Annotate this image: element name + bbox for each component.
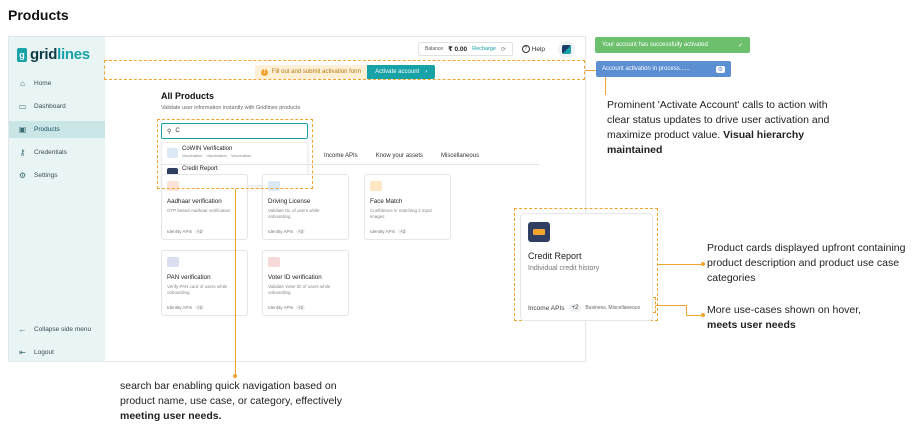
key-icon: ⚷	[19, 148, 26, 157]
page-title: Products	[8, 7, 69, 23]
help-label: Help	[531, 45, 545, 53]
collapse-label: Collapse side menu	[34, 326, 92, 333]
card-title: Credit Report	[528, 251, 582, 261]
sidebar-item-label: Settings	[34, 172, 58, 179]
category-tabs: Income APIs Know your assets Miscellaneo…	[324, 153, 479, 159]
help-button[interactable]: ? Help	[521, 45, 545, 53]
card-title: Voter ID verification	[268, 274, 322, 281]
card-more-tags: Business, Miscellaneous	[585, 305, 641, 311]
gear-icon: ⚙	[715, 65, 725, 73]
products-title: All Products	[161, 91, 215, 101]
card-desc: OTP based Aadhaar verification	[167, 208, 231, 213]
sidebar-item-label: Home	[34, 80, 52, 87]
dashboard-icon: ▭	[18, 102, 27, 111]
logo-icon: g	[17, 47, 27, 62]
tab-know-your-assets[interactable]: Know your assets	[376, 153, 423, 159]
products-section: All Products Validate user information i…	[161, 91, 581, 111]
annotation-hover: More use-cases shown on hover, meets user…	[707, 304, 862, 331]
tab-miscellaneous[interactable]: Miscellaneous	[441, 153, 479, 159]
collapse-menu-button[interactable]: ← Collapse side menu	[9, 321, 105, 338]
success-text: Your account has successfully activated	[602, 42, 708, 48]
card-title: Driving License	[268, 198, 311, 205]
balance-box: Balance ₹ 0.00 Recharge ⟳	[418, 42, 513, 56]
processing-toast: Account activation in process...... ⚙	[596, 61, 731, 77]
tab-income-apis[interactable]: Income APIs	[324, 153, 358, 159]
processing-text: Account activation in process......	[602, 66, 690, 72]
logout-label: Logout	[34, 349, 54, 356]
face-icon	[370, 181, 382, 191]
card-tags: Identity APIs +2	[167, 305, 205, 310]
pan-card-icon	[167, 257, 179, 267]
logo-text: gridlines	[30, 46, 90, 63]
connector-cards	[658, 264, 702, 265]
connector-hover-h2	[686, 315, 702, 316]
sidebar-item-home[interactable]: ⌂ Home	[9, 75, 105, 92]
logout-button[interactable]: ⇤ Logout	[9, 344, 105, 361]
annotation-cards: Product cards displayed upfront containi…	[707, 242, 906, 284]
card-tags: Identity APIs +2	[167, 229, 205, 234]
voter-id-icon	[268, 257, 280, 267]
gear-icon: ⚙	[18, 171, 27, 180]
balance-label: Balance	[425, 46, 444, 52]
card-title: Face Match	[370, 198, 403, 205]
highlight-banner	[104, 60, 585, 80]
card-desc: Confidence in matching 2 input images	[370, 208, 432, 219]
card-tags: Identity APIs +2	[370, 229, 408, 234]
sidebar: g gridlines ⌂ Home ▭ Dashboard ▣ Products ⚷…	[9, 37, 105, 361]
success-toast: Your account has successfully activated …	[595, 37, 750, 53]
recharge-link[interactable]: Recharge	[472, 46, 496, 52]
card-plus-badge[interactable]: +2	[568, 304, 582, 312]
product-card-face-match[interactable]: Face Match Confidence in matching 2 inpu…	[364, 174, 451, 240]
gridlines-logo[interactable]: g gridlines	[17, 46, 90, 63]
credit-report-card-expanded[interactable]: Credit Report Individual credit history …	[520, 213, 653, 321]
products-subtitle: Validate user information instantly with…	[161, 105, 301, 111]
connector-hover-dot	[701, 313, 705, 317]
connector-hover-v	[686, 305, 687, 315]
card-tags: Income APIs +2 Business, Miscellaneous	[528, 304, 640, 312]
sidebar-item-label: Products	[34, 126, 60, 133]
card-desc: Verify PAN card of users while onboardin…	[167, 284, 228, 295]
annotation-activate: Prominent 'Activate Account' calls to ac…	[607, 99, 830, 156]
card-title: Aadhaar verification	[167, 198, 222, 205]
annotation-search: search bar enabling quick navigation bas…	[120, 380, 342, 422]
card-desc: Validate Voter ID of users while onboard…	[268, 284, 331, 295]
connector-search-dot	[233, 374, 237, 378]
products-icon: ▣	[18, 125, 27, 134]
sidebar-bottom: ← Collapse side menu ⇤ Logout	[9, 321, 105, 361]
connector-cards-dot	[701, 262, 705, 266]
highlight-search	[157, 119, 313, 189]
sidebar-item-label: Credentials	[34, 149, 67, 156]
home-icon: ⌂	[20, 79, 25, 88]
sidebar-item-label: Dashboard	[34, 103, 66, 110]
logout-icon: ⇤	[19, 348, 26, 357]
card-title: PAN verification	[167, 274, 211, 281]
sidebar-item-credentials[interactable]: ⚷ Credentials	[9, 144, 105, 161]
topbar: Balance ₹ 0.00 Recharge ⟳ ? Help	[105, 37, 585, 59]
credit-card-icon	[528, 222, 550, 242]
sidebar-item-settings[interactable]: ⚙ Settings	[9, 167, 105, 184]
connector-hover	[656, 305, 686, 306]
help-icon: ?	[521, 45, 530, 53]
balance-value: ₹ 0.00	[448, 46, 468, 53]
card-desc: Validate DL of users while onboarding	[268, 208, 320, 219]
check-icon: ✓	[737, 42, 743, 49]
card-tags: Identity APIs +2	[268, 305, 306, 310]
sidebar-nav: ⌂ Home ▭ Dashboard ▣ Products ⚷ Credentials …	[9, 75, 105, 190]
product-card-voter-id[interactable]: Voter ID verification Validate Voter ID …	[262, 250, 349, 316]
avatar[interactable]	[558, 41, 575, 58]
sidebar-item-dashboard[interactable]: ▭ Dashboard	[9, 98, 105, 115]
card-tag: Income APIs	[528, 304, 565, 312]
card-tags: Identity APIs +3	[268, 229, 306, 234]
refresh-icon[interactable]: ⟳	[501, 46, 506, 53]
sidebar-item-products[interactable]: ▣ Products	[9, 121, 105, 138]
connector-search	[235, 189, 236, 375]
card-desc: Individual credit history	[528, 265, 600, 272]
arrow-left-icon: ←	[18, 325, 27, 334]
